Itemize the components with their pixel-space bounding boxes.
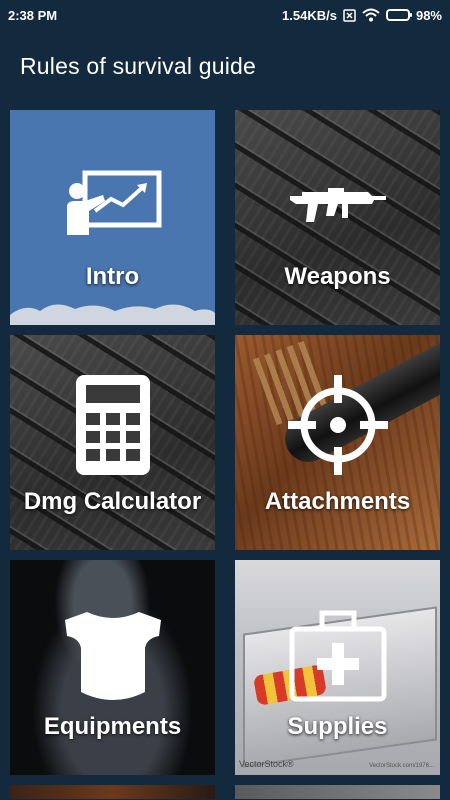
presentation-icon <box>10 150 215 260</box>
wifi-icon <box>362 8 380 22</box>
tile-dmg-calculator[interactable]: Dmg Calculator <box>10 335 215 550</box>
app-bar: Rules of survival guide <box>0 30 450 102</box>
page-title: Rules of survival guide <box>20 52 256 79</box>
tile-label: Weapons <box>284 263 391 290</box>
tile-weapons[interactable]: Weapons <box>235 110 440 325</box>
status-time: 2:38 PM <box>8 7 58 23</box>
watermark: VectorStock® <box>239 759 294 769</box>
status-icons: 1.54KB/s 98% <box>282 8 442 23</box>
battery-icon <box>385 9 412 21</box>
calculator-icon <box>10 365 215 485</box>
rifle-icon <box>235 150 440 260</box>
tile-label: Dmg Calculator <box>23 488 202 515</box>
tile-label: Intro <box>85 263 140 290</box>
medkit-icon <box>235 600 440 710</box>
tile-attachments[interactable]: Attachments <box>235 335 440 550</box>
tile-next-right-partial[interactable] <box>235 785 440 799</box>
tile-label: Supplies <box>287 713 388 740</box>
cloud-decoration <box>10 304 215 325</box>
no-sim-icon <box>343 8 356 22</box>
status-bar: 2:38 PM 1.54KB/s 98% <box>0 0 450 30</box>
tile-intro[interactable]: Intro <box>10 110 215 325</box>
tile-label: Attachments <box>264 488 411 515</box>
watermark-small: VectorStock.com/1976... <box>368 763 434 769</box>
menu-grid: Intro Weapons Dmg Calculator Attachments… <box>0 110 450 800</box>
tile-label: Equipments <box>43 713 182 740</box>
vest-icon <box>10 600 215 710</box>
tile-next-left-partial[interactable] <box>10 785 215 799</box>
tile-supplies[interactable]: VectorStock® VectorStock.com/1976... Sup… <box>235 560 440 775</box>
tile-equipments[interactable]: Equipments <box>10 560 215 775</box>
network-speed: 1.54KB/s <box>282 7 337 23</box>
crosshair-icon <box>235 365 440 485</box>
battery-percent: 98% <box>415 7 442 23</box>
